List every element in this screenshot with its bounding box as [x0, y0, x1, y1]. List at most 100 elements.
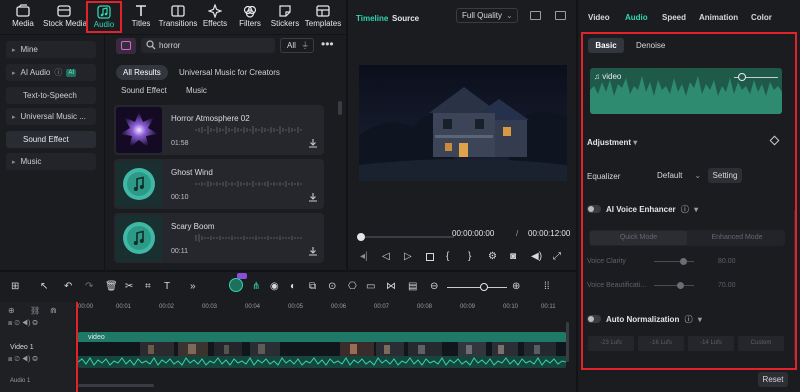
playback-progress[interactable] [357, 233, 454, 241]
list-item[interactable]: Ghost Wind 00:10 [114, 159, 324, 209]
snapshot-icon[interactable] [530, 11, 541, 20]
tab-animation[interactable]: Animation [699, 13, 738, 22]
import-button[interactable] [116, 38, 136, 54]
inspector-scrollbar[interactable] [794, 210, 797, 360]
play-icon[interactable]: ▷ [404, 251, 412, 262]
undo-icon[interactable]: ↶ [64, 281, 72, 292]
track-controls-icon[interactable]: ⧈ ⊘ ◀) ◎ [8, 356, 38, 364]
mark-out-icon[interactable]: } [468, 251, 471, 262]
sidebar-item-music[interactable]: ▸ Music [6, 153, 96, 170]
zoom-slider[interactable] [447, 287, 507, 288]
toolbar-audio[interactable]: Audio [86, 1, 122, 33]
redo-icon[interactable]: ↷ [85, 281, 93, 292]
time-ruler[interactable]: 00:00 00:01 00:02 00:03 00:04 00:05 00:0… [76, 302, 556, 316]
fullscreen-icon[interactable]: ⤢ [553, 251, 561, 262]
sidebar-item-ai-audio[interactable]: ▸ AI Audio ⓘ AI [6, 64, 96, 81]
lufs-custom-button[interactable]: Custom [738, 336, 784, 351]
toolbar-stock-media[interactable]: Stock Media [43, 2, 87, 32]
list-item[interactable]: Scary Boom 00:11 [114, 213, 324, 263]
audio-record-icon[interactable]: ◐ [290, 281, 296, 292]
lufs-23-button[interactable]: -23 Lufs [588, 336, 634, 351]
adjustment-header[interactable]: Adjustment ▾ [587, 138, 637, 147]
storyboard-icon[interactable]: ▤ [408, 281, 417, 292]
quick-mode-button[interactable]: Quick Mode [590, 231, 687, 245]
toolbar-titles[interactable]: Titles [122, 2, 160, 32]
keyframe-icon[interactable] [769, 135, 780, 146]
search-input[interactable]: horror [141, 38, 275, 53]
auto-normalization-toggle[interactable] [587, 315, 601, 323]
snap-icon[interactable]: ⋔ [252, 281, 260, 292]
zoom-in-icon[interactable]: ⊕ [512, 281, 520, 292]
tab-speed[interactable]: Speed [662, 13, 686, 22]
layout-grid-icon[interactable]: ⁞⁞ [544, 281, 550, 292]
mark-in-icon[interactable]: { [446, 251, 449, 262]
volume-icon[interactable]: ◀) [531, 251, 542, 262]
chip-all-results[interactable]: All Results [116, 65, 168, 80]
toolbar-templates[interactable]: Templates [302, 2, 344, 32]
link-icon[interactable]: ⛓ [30, 306, 40, 315]
zoom-out-icon[interactable]: ⊖ [430, 281, 438, 292]
crop-icon[interactable]: ⌗ [145, 281, 151, 292]
sidebar-item-universal-music[interactable]: ▸ Universal Music ... [6, 108, 96, 125]
more-options-icon[interactable]: ••• [321, 38, 334, 50]
zoom-slider-handle[interactable] [480, 283, 488, 291]
prev-frame-icon[interactable]: ◂| [360, 251, 368, 262]
chip-music[interactable]: Music [186, 86, 207, 95]
tab-video[interactable]: Video [588, 13, 610, 22]
enhanced-mode-button[interactable]: Enhanced Mode [690, 231, 784, 245]
library-scrollbar[interactable] [338, 101, 342, 115]
toolbar-media[interactable]: Media [4, 2, 42, 32]
chip-universal-music[interactable]: Universal Music for Creators [179, 68, 280, 77]
tab-timeline[interactable]: Timeline [356, 14, 388, 23]
lufs-14-button[interactable]: -14 Lufs [688, 336, 734, 351]
equalizer-dropdown[interactable]: Default ⌄ [657, 171, 701, 180]
download-icon[interactable] [308, 192, 318, 204]
toolbar-transitions[interactable]: Transitions [157, 2, 199, 32]
text-icon[interactable]: T [164, 281, 170, 292]
select-icon[interactable]: ↖ [40, 281, 48, 292]
render-icon[interactable]: ⎔ [348, 281, 357, 292]
timeline-vertical-scrollbar[interactable] [566, 322, 569, 362]
tab-color[interactable]: Color [751, 13, 772, 22]
subtab-basic[interactable]: Basic [588, 38, 624, 53]
toolbar-filters[interactable]: Filters [231, 2, 269, 32]
speed-icon[interactable]: ⊙ [328, 281, 336, 292]
reset-button[interactable]: Reset [758, 372, 788, 387]
lufs-16-button[interactable]: -16 Lufs [638, 336, 684, 351]
list-item[interactable]: Horror Atmosphere 02 01:58 [114, 105, 324, 155]
marker-icon[interactable]: ◉ [270, 281, 279, 292]
video-clip[interactable]: video [78, 332, 566, 368]
delete-icon[interactable]: 🗑 [105, 281, 118, 292]
voice-beautification-handle[interactable] [677, 282, 684, 289]
more-tools-icon[interactable]: » [190, 281, 196, 292]
magnet-icon[interactable]: ⋒ [50, 306, 57, 315]
track-controls-icon[interactable]: ⧈ ⊘ ◀) ◎ [8, 320, 38, 328]
step-back-icon[interactable]: ◁ [382, 251, 390, 262]
sidebar-item-text-to-speech[interactable]: Text-to-Speech [6, 87, 96, 104]
settings-icon[interactable]: ⚙ [488, 251, 497, 262]
timeline-scrollbar[interactable] [78, 384, 154, 387]
stop-icon[interactable] [426, 253, 434, 261]
ai-voice-enhancer-toggle[interactable] [587, 205, 601, 213]
toolbar-effects[interactable]: Effects [196, 2, 234, 32]
detach-icon[interactable]: ⧉ [309, 281, 316, 292]
voice-beautification-slider[interactable] [654, 285, 694, 286]
download-icon[interactable] [308, 138, 318, 150]
split-icon[interactable]: ▭ [366, 281, 375, 292]
display-settings-icon[interactable] [555, 11, 566, 20]
filter-dropdown[interactable]: All ⏚ [280, 38, 314, 53]
add-track-icon[interactable]: ⊕ [8, 306, 15, 315]
voice-clarity-slider[interactable] [654, 261, 694, 262]
setting-button[interactable]: Setting [708, 168, 742, 183]
camera-icon[interactable]: ◙ [510, 251, 516, 262]
cut-icon[interactable]: ✂ [125, 281, 133, 292]
subtab-denoise[interactable]: Denoise [636, 41, 665, 50]
chip-sound-effect[interactable]: Sound Effect [121, 86, 167, 95]
sidebar-item-mine[interactable]: ▸ Mine [6, 41, 96, 58]
quality-dropdown[interactable]: Full Quality ⌄ [456, 8, 518, 23]
sidebar-item-sound-effect[interactable]: Sound Effect [6, 131, 96, 148]
ripple-icon[interactable]: ⋈ [386, 281, 396, 292]
toolbar-stickers[interactable]: Stickers [266, 2, 304, 32]
volume-slider-handle[interactable] [738, 73, 746, 81]
tab-source[interactable]: Source [392, 14, 419, 23]
